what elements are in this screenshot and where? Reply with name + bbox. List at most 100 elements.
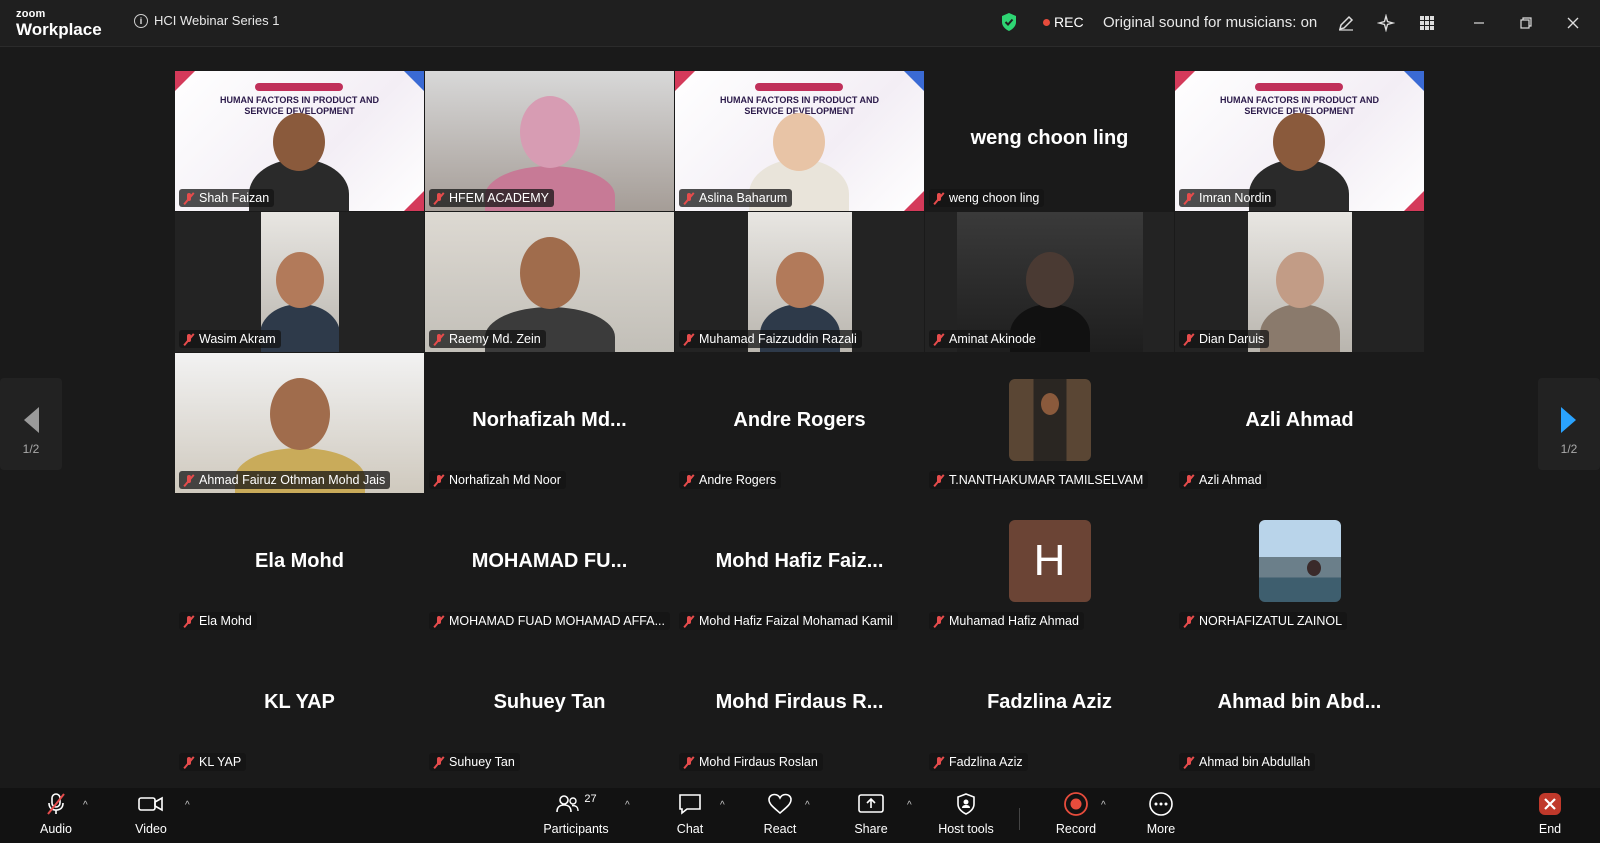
- close-icon[interactable]: [1561, 11, 1585, 35]
- mic-muted-icon: [683, 756, 695, 769]
- mic-muted-icon: [683, 333, 695, 346]
- mic-muted-icon: [183, 615, 195, 628]
- participant-name: Wasim Akram: [199, 332, 276, 346]
- chat-button[interactable]: Chat: [668, 788, 712, 843]
- video-button[interactable]: Video: [129, 788, 173, 843]
- participant-tile[interactable]: Ela Mohd Ela Mohd: [175, 494, 424, 634]
- participant-tile[interactable]: H Muhamad Hafiz Ahmad: [925, 494, 1174, 634]
- mic-muted-icon: [433, 756, 445, 769]
- participant-display-name: Azli Ahmad: [1245, 409, 1354, 431]
- participant-tile[interactable]: Fadzlina Aziz Fadzlina Aziz: [925, 635, 1174, 775]
- participant-tile[interactable]: Muhamad Faizzuddin Razali: [675, 212, 924, 352]
- participant-name: Mohd Hafiz Faizal Mohamad Kamil: [699, 614, 893, 628]
- participant-tile[interactable]: Ahmad Fairuz Othman Mohd Jais: [175, 353, 424, 493]
- participant-name: weng choon ling: [949, 191, 1040, 205]
- participant-tile[interactable]: HUMAN FACTORS IN PRODUCT AND SERVICE DEVE…: [1175, 71, 1424, 211]
- participant-video-figure: [773, 113, 825, 171]
- participant-tile[interactable]: Aminat Akinode: [925, 212, 1174, 352]
- mic-muted-icon: [1183, 474, 1195, 487]
- participant-tile[interactable]: HFEM ACADEMY: [425, 71, 674, 211]
- mic-muted-icon: [433, 615, 445, 628]
- apps-grid-icon[interactable]: [1415, 11, 1439, 35]
- info-icon[interactable]: i: [134, 13, 148, 28]
- participant-tile[interactable]: Raemy Md. Zein: [425, 212, 674, 352]
- participant-name-label: Dian Daruis: [1179, 330, 1270, 348]
- participant-name: Muhamad Faizzuddin Razali: [699, 332, 857, 346]
- mic-muted-icon: [183, 474, 195, 487]
- participants-options-chevron-up-icon[interactable]: ^: [625, 800, 635, 811]
- host-tools-button[interactable]: Host tools: [935, 788, 997, 843]
- more-button[interactable]: More: [1139, 788, 1183, 843]
- arrow-left-icon: [24, 407, 39, 433]
- participant-tile[interactable]: Mohd Hafiz Faiz... Mohd Hafiz Faizal Moha…: [675, 494, 924, 634]
- participant-tile[interactable]: HUMAN FACTORS IN PRODUCT AND SERVICE DEVE…: [175, 71, 424, 211]
- slide-title-line: HUMAN FACTORS IN PRODUCT AND: [220, 95, 379, 105]
- gallery-grid: HUMAN FACTORS IN PRODUCT AND SERVICE DEVE…: [175, 71, 1425, 775]
- participant-tile[interactable]: Suhuey Tan Suhuey Tan: [425, 635, 674, 775]
- participant-name-label: Fadzlina Aziz: [929, 753, 1028, 771]
- participant-video-figure: [1259, 304, 1340, 352]
- participant-name: Aminat Akinode: [949, 332, 1036, 346]
- end-meeting-button[interactable]: End: [1530, 788, 1570, 843]
- meeting-info[interactable]: i HCI Webinar Series 1: [134, 13, 279, 28]
- participant-tile[interactable]: KL YAP KL YAP: [175, 635, 424, 775]
- participant-tile[interactable]: Wasim Akram: [175, 212, 424, 352]
- participant-display-name: Ela Mohd: [255, 550, 344, 572]
- participant-tile[interactable]: Andre Rogers Andre Rogers: [675, 353, 924, 493]
- participants-icon: [556, 795, 580, 813]
- participant-name-label: Ahmad bin Abdullah: [1179, 753, 1316, 771]
- minimize-icon[interactable]: [1467, 11, 1491, 35]
- share-button[interactable]: Share: [849, 788, 893, 843]
- participant-name: Ela Mohd: [199, 614, 252, 628]
- video-options-chevron-up-icon[interactable]: ^: [185, 800, 195, 811]
- audio-button[interactable]: Audio: [34, 788, 78, 843]
- participant-name-label: Shah Faizan: [179, 189, 275, 207]
- participant-tile[interactable]: MOHAMAD FU... MOHAMAD FUAD MOHAMAD AFFA..…: [425, 494, 674, 634]
- pencil-icon[interactable]: [1334, 11, 1358, 35]
- sparkle-icon[interactable]: [1374, 11, 1398, 35]
- participant-name: NORHAFIZATUL ZAINOL: [1199, 614, 1343, 628]
- react-options-chevron-up-icon[interactable]: ^: [805, 800, 815, 811]
- participant-tile[interactable]: NORHAFIZATUL ZAINOL: [1175, 494, 1424, 634]
- mic-muted-icon: [1183, 615, 1195, 628]
- participant-name-label: Raemy Md. Zein: [429, 330, 546, 348]
- chat-options-chevron-up-icon[interactable]: ^: [720, 800, 730, 811]
- mic-muted-icon: [933, 756, 945, 769]
- participant-name: Imran Nordin: [1199, 191, 1272, 205]
- end-label: End: [1538, 822, 1562, 836]
- original-sound-status[interactable]: Original sound for musicians: on: [1103, 14, 1317, 31]
- participants-button[interactable]: 27 Participants: [540, 788, 612, 843]
- share-options-chevron-up-icon[interactable]: ^: [907, 800, 917, 811]
- participant-name-label: Muhamad Hafiz Ahmad: [929, 612, 1084, 630]
- profile-photo: [1008, 379, 1091, 461]
- react-button[interactable]: React: [758, 788, 802, 843]
- previous-page-button[interactable]: 1/2: [0, 378, 62, 470]
- record-button[interactable]: Record: [1054, 788, 1098, 843]
- participant-tile[interactable]: Azli Ahmad Azli Ahmad: [1175, 353, 1424, 493]
- participant-name-label: Ela Mohd: [179, 612, 257, 630]
- participant-tile[interactable]: Ahmad bin Abd... Ahmad bin Abdullah: [1175, 635, 1424, 775]
- participant-tile[interactable]: Norhafizah Md... Norhafizah Md Noor: [425, 353, 674, 493]
- participant-tile[interactable]: weng choon ling weng choon ling: [925, 71, 1174, 211]
- participant-tile[interactable]: Dian Daruis: [1175, 212, 1424, 352]
- participant-tile[interactable]: T.NANTHAKUMAR TAMILSELVAM: [925, 353, 1174, 493]
- logo-workplace-text: Workplace: [16, 20, 102, 39]
- record-options-chevron-up-icon[interactable]: ^: [1101, 800, 1111, 811]
- participant-video-figure: [1306, 560, 1321, 576]
- participant-display-name: weng choon ling: [970, 127, 1129, 149]
- participant-display-name: KL YAP: [264, 691, 335, 713]
- arrow-right-icon: [1561, 407, 1576, 433]
- restore-icon[interactable]: [1514, 11, 1538, 35]
- video-label: Video: [135, 822, 167, 836]
- participant-tile[interactable]: HUMAN FACTORS IN PRODUCT AND SERVICE DEVE…: [675, 71, 924, 211]
- audio-options-chevron-up-icon[interactable]: ^: [83, 800, 93, 811]
- participant-video-figure: [1275, 252, 1324, 308]
- participant-name-label: Imran Nordin: [1179, 189, 1277, 207]
- next-page-button[interactable]: 1/2: [1538, 378, 1600, 470]
- participant-name-label: Mohd Firdaus Roslan: [679, 753, 823, 771]
- shield-check-icon[interactable]: [1000, 12, 1018, 32]
- recording-indicator[interactable]: REC: [1043, 14, 1084, 30]
- participant-video-figure: [520, 96, 580, 168]
- mic-muted-icon: [933, 474, 945, 487]
- participant-tile[interactable]: Mohd Firdaus R... Mohd Firdaus Roslan: [675, 635, 924, 775]
